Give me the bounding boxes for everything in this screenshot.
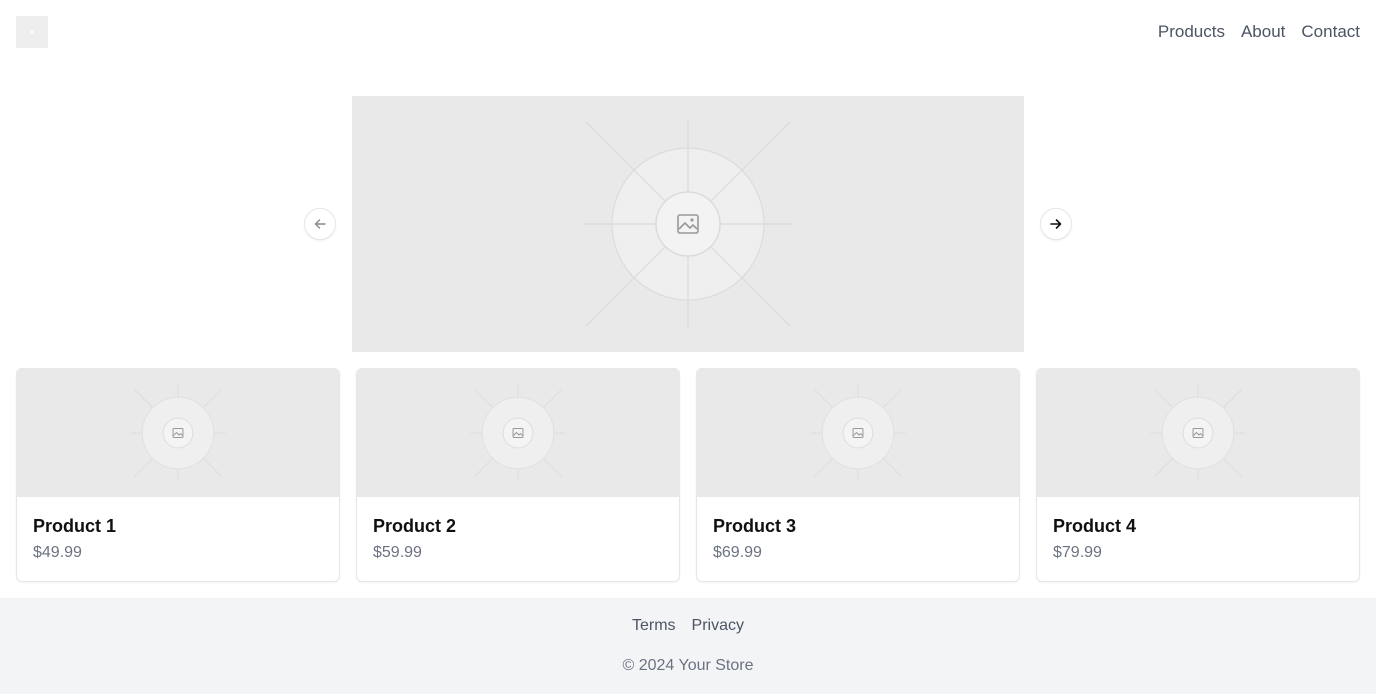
product-grid: Product 1 $49.99 Product 2 $59.99 Produc… [16,368,1360,582]
product-name: Product 4 [1053,516,1137,536]
product-image [697,369,1019,497]
site-footer: Terms Privacy © 2024 Your Store [0,598,1376,694]
product-name: Product 3 [713,516,797,536]
logo-placeholder-icon [30,30,34,34]
product-price: $79.99 [1053,544,1102,561]
product-price: $59.99 [373,544,422,561]
nav-link-products[interactable]: Products [1158,20,1225,44]
footer-link-terms[interactable]: Terms [632,616,676,636]
site-header: Products About Contact [0,0,1376,64]
image-placeholder-icon [470,385,566,481]
product-card[interactable]: Product 1 $49.99 [16,368,340,582]
nav-link-about[interactable]: About [1241,20,1285,44]
image-placeholder-icon [810,385,906,481]
product-image [357,369,679,497]
arrow-left-icon [314,219,326,229]
image-placeholder-icon [1150,385,1246,481]
product-image [17,369,339,497]
logo[interactable] [16,16,48,48]
main-nav: Products About Contact [1158,20,1360,44]
product-card[interactable]: Product 2 $59.99 [356,368,680,582]
product-image [1037,369,1359,497]
carousel-next-button[interactable] [1040,208,1072,240]
nav-link-contact[interactable]: Contact [1301,20,1360,44]
product-price: $49.99 [33,544,82,561]
product-card[interactable]: Product 3 $69.99 [696,368,1020,582]
carousel-slide-image [352,96,1024,352]
image-placeholder-icon [584,120,792,328]
footer-links: Terms Privacy [0,616,1376,636]
copyright-text: © 2024 Your Store [622,657,754,674]
arrow-right-icon [1050,219,1062,229]
footer-link-privacy[interactable]: Privacy [692,616,744,636]
product-name: Product 1 [33,516,117,536]
product-name: Product 2 [373,516,457,536]
image-placeholder-icon [130,385,226,481]
product-card[interactable]: Product 4 $79.99 [1036,368,1360,582]
carousel-prev-button[interactable] [304,208,336,240]
product-price: $69.99 [713,544,762,561]
